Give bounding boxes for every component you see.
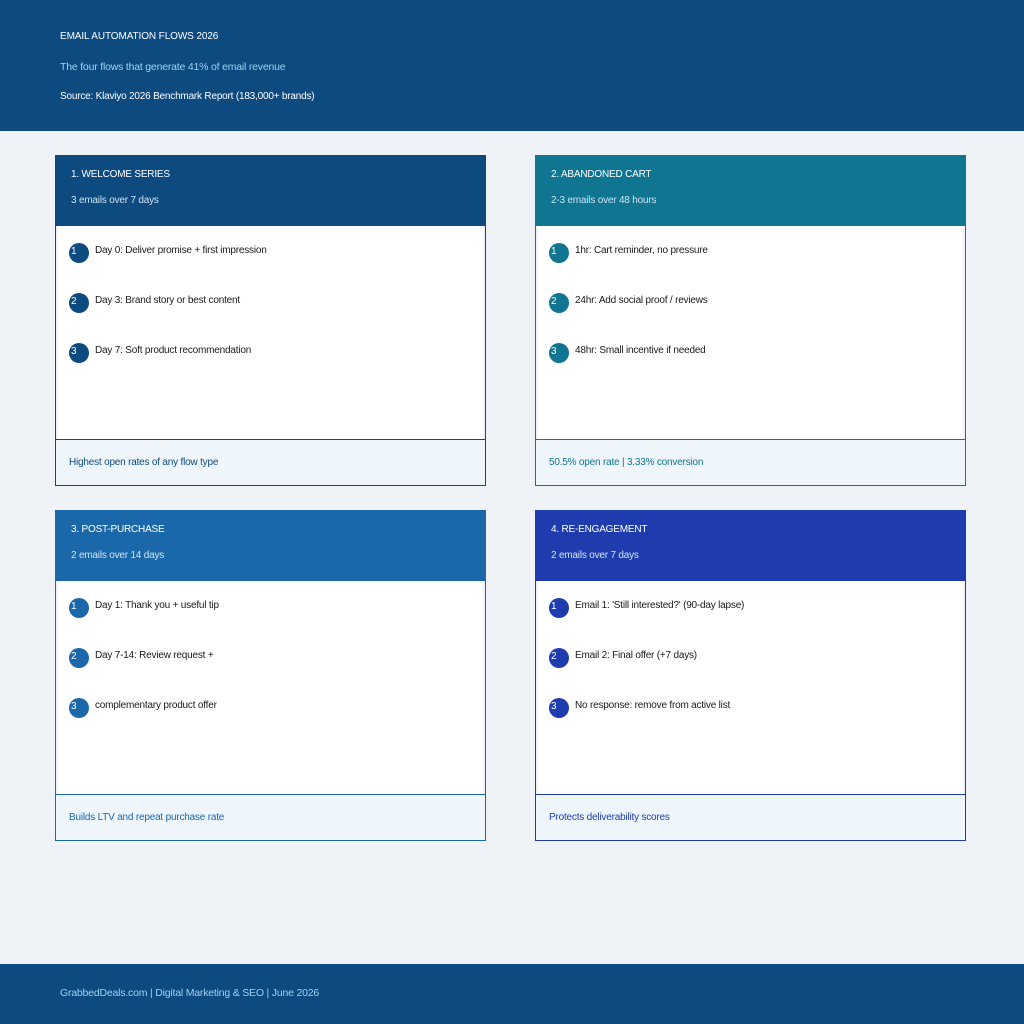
flow-step: 3 Day 7: Soft product recommendation	[69, 343, 469, 363]
step-text: Day 3: Brand story or best content	[95, 295, 240, 306]
flow-steps: 1 1hr: Cart reminder, no pressure 2 24hr…	[538, 226, 963, 439]
flow-title: 1. WELCOME SERIES	[71, 169, 170, 180]
step-text: 1hr: Cart reminder, no pressure	[575, 245, 708, 256]
step-text: Email 1: 'Still interested?' (90-day lap…	[575, 600, 745, 611]
footer-credit: GrabbedDeals.com | Digital Marketing & S…	[60, 987, 320, 999]
step-number-badge: 3	[69, 698, 89, 718]
footer-banner: GrabbedDeals.com | Digital Marketing & S…	[0, 964, 1024, 1024]
flow-step: 2 24hr: Add social proof / reviews	[549, 293, 949, 313]
page-subtitle: The four flows that generate 41% of emai…	[60, 61, 286, 73]
flow-card-header: 2. ABANDONED CART 2-3 emails over 48 hou…	[536, 156, 965, 226]
flow-card-welcome-series: 1. WELCOME SERIES 3 emails over 7 days 1…	[55, 155, 486, 486]
flow-card-header: 4. RE-ENGAGEMENT 2 emails over 7 days	[536, 511, 965, 581]
page-title: EMAIL AUTOMATION FLOWS 2026	[60, 31, 219, 42]
flow-subtitle: 2 emails over 14 days	[71, 550, 165, 561]
flow-steps: 1 Day 0: Deliver promise + first impress…	[58, 226, 483, 439]
flow-card-post-purchase: 3. POST-PURCHASE 2 emails over 14 days 1…	[55, 510, 486, 841]
flow-steps: 1 Day 1: Thank you + useful tip 2 Day 7-…	[58, 581, 483, 794]
flow-footer-text: 50.5% open rate | 3.33% conversion	[549, 457, 704, 468]
flow-card-header: 1. WELCOME SERIES 3 emails over 7 days	[56, 156, 485, 226]
flow-title: 4. RE-ENGAGEMENT	[551, 524, 648, 535]
flow-step: 2 Day 7-14: Review request +	[69, 648, 469, 668]
flow-step: 1 1hr: Cart reminder, no pressure	[549, 243, 949, 263]
flow-step: 1 Day 1: Thank you + useful tip	[69, 598, 469, 618]
flow-step: 3 48hr: Small incentive if needed	[549, 343, 949, 363]
flow-step: 1 Day 0: Deliver promise + first impress…	[69, 243, 469, 263]
flow-footer-text: Highest open rates of any flow type	[69, 457, 219, 468]
flow-card-footer: Highest open rates of any flow type	[56, 439, 485, 485]
step-number-badge: 1	[549, 598, 569, 618]
flow-footer-text: Protects deliverability scores	[549, 812, 670, 823]
step-number-badge: 1	[69, 243, 89, 263]
flow-subtitle: 2 emails over 7 days	[551, 550, 639, 561]
flow-card-abandoned-cart: 2. ABANDONED CART 2-3 emails over 48 hou…	[535, 155, 966, 486]
step-text: Day 0: Deliver promise + first impressio…	[95, 245, 267, 256]
flow-title: 3. POST-PURCHASE	[71, 524, 165, 535]
step-text: Email 2: Final offer (+7 days)	[575, 650, 697, 661]
flow-steps: 1 Email 1: 'Still interested?' (90-day l…	[538, 581, 963, 794]
flow-step: 3 No response: remove from active list	[549, 698, 949, 718]
step-number-badge: 1	[549, 243, 569, 263]
flow-card-header: 3. POST-PURCHASE 2 emails over 14 days	[56, 511, 485, 581]
flow-title: 2. ABANDONED CART	[551, 169, 652, 180]
step-text: Day 1: Thank you + useful tip	[95, 600, 219, 611]
step-text: 48hr: Small incentive if needed	[575, 345, 706, 356]
header-banner: EMAIL AUTOMATION FLOWS 2026 The four flo…	[0, 0, 1024, 131]
flow-card-footer: Protects deliverability scores	[536, 794, 965, 840]
flow-step: 2 Day 3: Brand story or best content	[69, 293, 469, 313]
flow-step: 2 Email 2: Final offer (+7 days)	[549, 648, 949, 668]
step-number-badge: 3	[69, 343, 89, 363]
step-text: 24hr: Add social proof / reviews	[575, 295, 708, 306]
step-text: Day 7-14: Review request +	[95, 650, 214, 661]
flow-card-re-engagement: 4. RE-ENGAGEMENT 2 emails over 7 days 1 …	[535, 510, 966, 841]
flow-subtitle: 2-3 emails over 48 hours	[551, 195, 657, 206]
step-number-badge: 3	[549, 343, 569, 363]
step-text: Day 7: Soft product recommendation	[95, 345, 252, 356]
step-number-badge: 1	[69, 598, 89, 618]
flow-subtitle: 3 emails over 7 days	[71, 195, 159, 206]
flow-step: 3 complementary product offer	[69, 698, 469, 718]
flow-card-footer: 50.5% open rate | 3.33% conversion	[536, 439, 965, 485]
flow-step: 1 Email 1: 'Still interested?' (90-day l…	[549, 598, 949, 618]
step-text: No response: remove from active list	[575, 700, 731, 711]
step-number-badge: 2	[69, 648, 89, 668]
step-number-badge: 2	[69, 293, 89, 313]
step-number-badge: 3	[549, 698, 569, 718]
step-text: complementary product offer	[95, 700, 217, 711]
flow-footer-text: Builds LTV and repeat purchase rate	[69, 812, 225, 823]
step-number-badge: 2	[549, 648, 569, 668]
flow-card-footer: Builds LTV and repeat purchase rate	[56, 794, 485, 840]
source-note: Source: Klaviyo 2026 Benchmark Report (1…	[60, 91, 315, 102]
step-number-badge: 2	[549, 293, 569, 313]
